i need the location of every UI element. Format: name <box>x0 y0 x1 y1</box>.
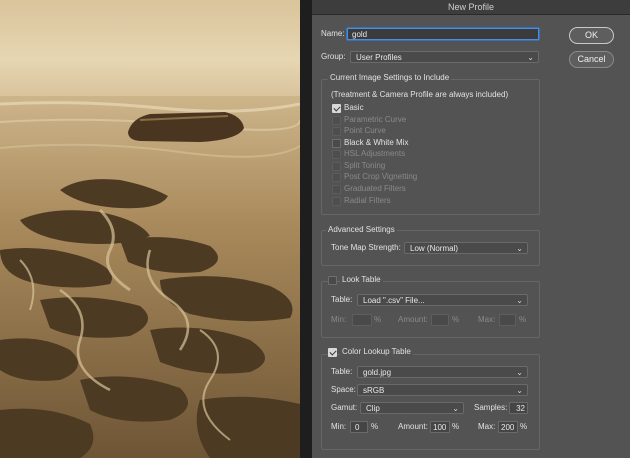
clut-min-label: Min: <box>331 422 347 431</box>
clut-gamut-select[interactable]: Clip ⌄ <box>360 402 464 414</box>
new-profile-dialog: New Profile Name: gold Group: User Profi… <box>312 0 630 458</box>
group-label: Group: <box>321 52 346 61</box>
photo-preview <box>0 0 300 458</box>
look-max-label: Max: <box>478 315 496 324</box>
look-min-pct: % <box>374 315 382 324</box>
checkbox-hsl-adjustments <box>332 150 341 159</box>
checkbox-point-curve <box>332 127 341 136</box>
checkbox-black-white-mix[interactable] <box>332 139 341 148</box>
label-radial-filters: Radial Filters <box>344 196 391 205</box>
look-table-label: Table: <box>331 295 353 304</box>
name-input[interactable]: gold <box>347 28 539 40</box>
look-amount-input <box>431 314 449 326</box>
clut-amount-pct: % <box>452 422 460 431</box>
label-post-crop-vignetting: Post Crop Vignetting <box>344 172 418 181</box>
look-amount-label: Amount: <box>398 315 428 324</box>
clut-table-select[interactable]: gold.jpg ⌄ <box>357 366 528 378</box>
clut-table-value: gold.jpg <box>363 368 392 377</box>
label-point-curve: Point Curve <box>344 126 386 135</box>
clut-min-pct: % <box>371 422 379 431</box>
clut-gamut-label: Gamut: <box>331 403 358 412</box>
clut-gamut-value: Clip <box>366 404 380 413</box>
tone-map-label: Tone Map Strength: <box>331 243 401 252</box>
look-table-select[interactable]: Load ".csv" File... ⌄ <box>357 294 528 306</box>
tone-map-value: Low (Normal) <box>410 244 459 253</box>
color-lookup-title: Color Lookup Table <box>340 346 413 358</box>
checkbox-parametric-curve <box>332 116 341 125</box>
clut-amount-label: Amount: <box>398 422 428 431</box>
chevron-down-icon: ⌄ <box>527 53 534 62</box>
ok-button[interactable]: OK <box>569 27 614 44</box>
checkbox-graduated-filters <box>332 185 341 194</box>
clut-amount-input[interactable]: 100 <box>430 421 450 433</box>
label-hsl-adjustments: HSL Adjustments <box>344 149 406 158</box>
look-max-input <box>499 314 516 326</box>
look-min-label: Min: <box>331 315 347 324</box>
label-graduated-filters: Graduated Filters <box>344 184 406 193</box>
chevron-down-icon: ⌄ <box>516 244 523 253</box>
cancel-button[interactable]: Cancel <box>569 51 614 68</box>
clut-max-input[interactable]: 200 <box>498 421 518 433</box>
advanced-settings-title: Advanced Settings <box>326 224 397 236</box>
look-table-title: Look Table <box>340 274 383 286</box>
clut-samples-input[interactable]: 32 <box>509 402 528 414</box>
checkbox-split-toning <box>332 162 341 171</box>
group-select[interactable]: User Profiles ⌄ <box>350 51 539 63</box>
look-amount-pct: % <box>452 315 460 324</box>
group-select-value: User Profiles <box>356 53 402 62</box>
clut-table-label: Table: <box>331 367 353 376</box>
clut-space-label: Space: <box>331 385 356 394</box>
chevron-down-icon: ⌄ <box>516 296 523 305</box>
look-max-pct: % <box>519 315 527 324</box>
checkbox-color-lookup[interactable] <box>328 348 337 357</box>
look-table-value: Load ".csv" File... <box>363 296 425 305</box>
checkbox-post-crop-vignetting <box>332 173 341 182</box>
clut-max-label: Max: <box>478 422 496 431</box>
always-included-note: (Treatment & Camera Profile are always i… <box>331 90 509 99</box>
chevron-down-icon: ⌄ <box>516 368 523 377</box>
label-basic: Basic <box>344 103 364 112</box>
canvas-divider <box>300 0 312 458</box>
checkbox-basic[interactable] <box>332 104 341 113</box>
look-min-input <box>352 314 372 326</box>
clut-space-value: sRGB <box>363 386 385 395</box>
chevron-down-icon: ⌄ <box>452 404 459 413</box>
chevron-down-icon: ⌄ <box>516 386 523 395</box>
checkbox-radial-filters <box>332 197 341 206</box>
clut-samples-label: Samples: <box>474 403 508 412</box>
current-settings-title: Current Image Settings to Include <box>328 72 452 84</box>
checkbox-look-table[interactable] <box>328 276 337 285</box>
dialog-title: New Profile <box>312 0 630 15</box>
tone-map-select[interactable]: Low (Normal) ⌄ <box>404 242 528 254</box>
name-label: Name: <box>321 29 345 38</box>
clut-max-pct: % <box>520 422 528 431</box>
sepia-seascape-image <box>0 0 300 458</box>
clut-space-select[interactable]: sRGB ⌄ <box>357 384 528 396</box>
look-table-group <box>321 281 540 338</box>
clut-min-input[interactable]: 0 <box>350 421 368 433</box>
